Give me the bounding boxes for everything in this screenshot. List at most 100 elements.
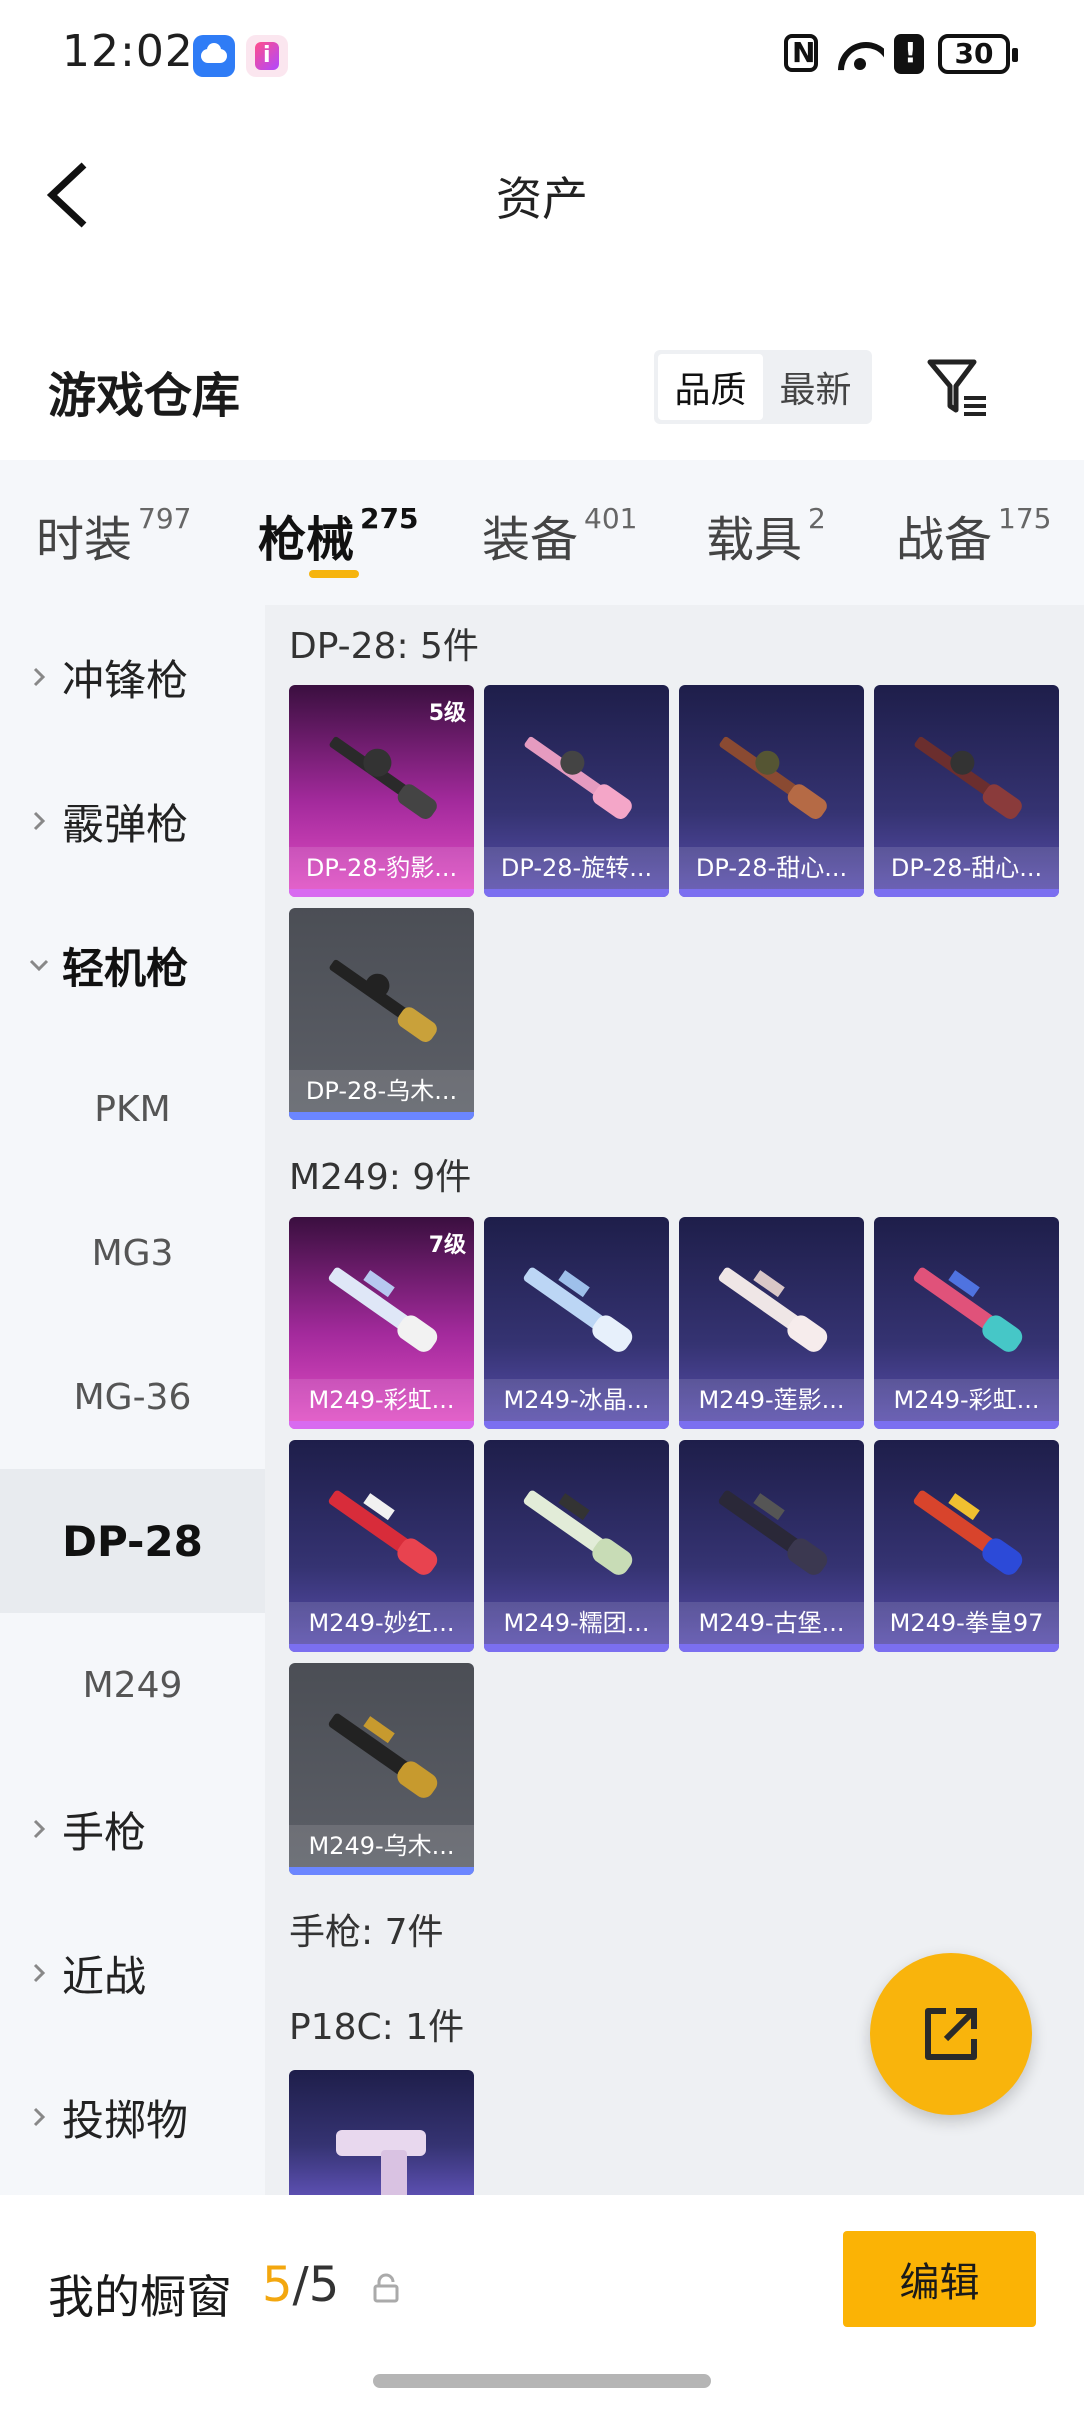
tab-count: 797 [138,502,192,535]
weapon-image [329,959,437,1042]
side-item-throwables[interactable]: 投掷物 [0,2045,265,2189]
item-name: M249-彩虹... [289,1379,474,1421]
item-name: M249-拳皇97 [874,1602,1059,1644]
item-card[interactable]: M249-古堡... [679,1440,864,1652]
item-card[interactable]: DP-28-乌木... [289,908,474,1120]
chevron-right-icon [24,810,54,832]
chevron-down-icon [24,954,54,976]
tab-equipment[interactable]: 装备 401 [482,500,637,570]
item-card[interactable] [289,2070,474,2195]
side-item-mg3[interactable]: MG3 [0,1181,265,1325]
rarity-bar [874,1644,1059,1652]
side-item-label: 手枪 [62,1807,147,1857]
cloud-app-icon [193,35,235,77]
item-name: DP-28-甜心... [679,847,864,889]
rarity-bar [289,1867,474,1875]
rarity-bar [679,889,864,897]
group-title-m249: M249: 9件 [289,1157,472,1198]
item-card[interactable]: M249-妙红... [289,1440,474,1652]
item-card[interactable]: 7级 M249-彩虹... [289,1217,474,1429]
status-bar: 12:02 30 [0,0,1084,110]
tab-label: 枪械 [258,512,355,568]
item-card[interactable]: M249-乌木... [289,1663,474,1875]
side-item-dp28[interactable]: DP-28 [0,1469,265,1613]
weapon-image [523,1490,633,1575]
edit-button[interactable]: 编辑 [843,2231,1036,2327]
side-item-pkm[interactable]: PKM [0,1037,265,1181]
tab-count: 2 [808,502,826,535]
item-name: DP-28-旋转... [484,847,669,889]
tab-count: 275 [360,502,419,535]
rarity-bar [484,1644,669,1652]
side-item-melee[interactable]: 近战 [0,1901,265,2045]
rarity-bar [289,1112,474,1120]
item-card[interactable]: M249-莲影... [679,1217,864,1429]
showcase-total: 5 [308,2257,340,2313]
home-indicator[interactable] [373,2374,711,2388]
showcase-label: 我的橱窗 [48,2270,232,2324]
item-card[interactable]: DP-28-甜心... [679,685,864,897]
side-item-label: 近战 [62,1951,147,2001]
group-title-pistol: 手枪: 7件 [289,1912,444,1953]
item-name: M249-乌木... [289,1825,474,1867]
item-card[interactable]: M249-糯团... [484,1440,669,1652]
tab-fashion[interactable]: 时装 797 [36,500,191,570]
nfc-icon [784,34,818,72]
side-item-shotgun[interactable]: 霰弹枪 [0,749,265,893]
sort-latest-button[interactable]: 最新 [763,354,868,420]
tab-supplies[interactable]: 战备 175 [896,500,1051,570]
tab-label: 载具 [706,512,803,568]
showcase-count: 5/5 [262,2257,340,2313]
rarity-bar [289,1421,474,1429]
weapon-image [328,1267,438,1352]
weapon-image [524,736,632,819]
rarity-bar [289,889,474,897]
weapon-image [913,1267,1023,1352]
category-tabs: 时装 797 枪械 275 装备 401 载具 2 战备 175 [0,460,1084,605]
tab-label: 装备 [482,512,579,568]
item-name: DP-28-豹影... [289,847,474,889]
item-name: M249-糯团... [484,1602,669,1644]
item-card[interactable]: 5级 DP-28-豹影... [289,685,474,897]
item-name: M249-古堡... [679,1602,864,1644]
item-card[interactable]: M249-拳皇97 [874,1440,1059,1652]
rarity-bar [679,1421,864,1429]
sort-quality-button[interactable]: 品质 [658,354,763,420]
item-card[interactable]: DP-28-甜心... [874,685,1059,897]
item-name: M249-冰晶... [484,1379,669,1421]
weapon-image [913,1490,1023,1575]
side-item-label: 轻机枪 [62,943,189,993]
rarity-bar [289,1644,474,1652]
item-card[interactable]: M249-彩虹... [874,1217,1059,1429]
filter-button[interactable] [924,354,992,422]
tab-label: 战备 [896,512,993,568]
side-item-m249[interactable]: M249 [0,1613,265,1757]
tab-firearms[interactable]: 枪械 275 [258,500,418,570]
group-title-p18c: P18C: 1件 [289,2007,465,2048]
item-level-badge: 7级 [428,1233,466,1258]
weapon-image [523,1267,633,1352]
side-item-pistol[interactable]: 手枪 [0,1757,265,1901]
sort-toggle: 品质 最新 [654,350,872,424]
side-item-smg[interactable]: 冲锋枪 [0,605,265,749]
filter-icon [927,359,986,416]
weapon-image [718,1267,828,1352]
side-item-mg36[interactable]: MG-36 [0,1325,265,1469]
status-time: 12:02 [62,26,194,77]
page-title: 资产 [496,172,588,226]
side-item-lmg[interactable]: 轻机枪 [0,893,265,1037]
weapon-image [329,736,437,819]
lock-icon [373,2273,399,2303]
battery-icon: 30 [938,34,1018,74]
section-title: 游戏仓库 [48,368,241,424]
item-name: DP-28-甜心... [874,847,1059,889]
item-card[interactable]: DP-28-旋转... [484,685,669,897]
weapon-image [328,1490,438,1575]
info-app-icon [246,35,288,77]
tab-vehicles[interactable]: 载具 2 [706,500,826,570]
share-button[interactable] [870,1953,1032,2115]
chevron-right-icon [24,2106,54,2128]
rarity-bar [874,1421,1059,1429]
alert-icon [894,34,924,74]
item-card[interactable]: M249-冰晶... [484,1217,669,1429]
